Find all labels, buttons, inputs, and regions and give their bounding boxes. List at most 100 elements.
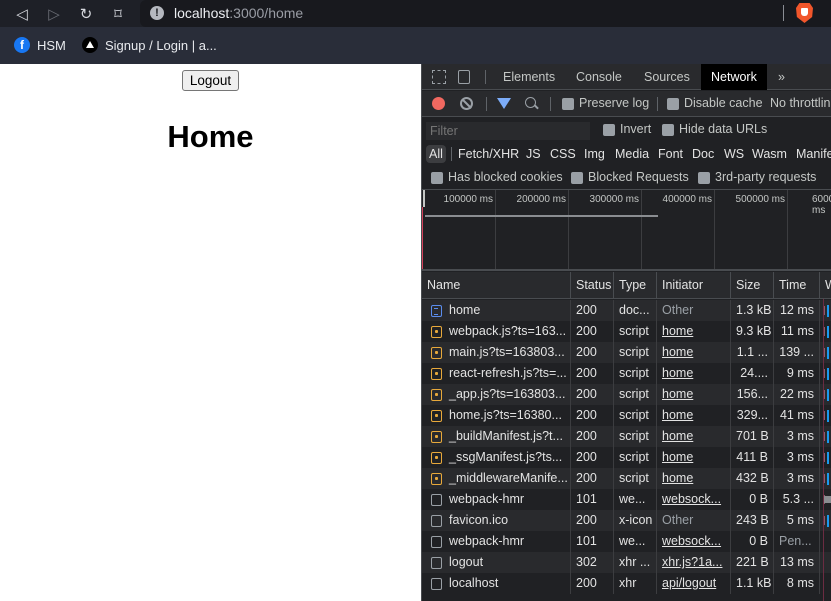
cell-size: 9.3 kB [731,321,774,342]
column-header-status[interactable]: Status [571,272,614,299]
blocked-requests-checkbox[interactable] [571,172,583,184]
divider [451,147,452,161]
tab-sources[interactable]: Sources [634,64,700,90]
bookmark-signup-login[interactable]: Signup / Login | a... [82,37,217,53]
third-party-label: 3rd-party requests [715,170,817,184]
hide-data-urls-checkbox[interactable] [662,124,674,136]
type-filter-font[interactable]: Font [655,145,686,163]
column-header-size[interactable]: Size [731,272,774,299]
bookmark-icon[interactable]: ⌑ [108,4,128,24]
cell-initiator[interactable]: home [657,384,731,405]
table-row[interactable]: webpack-hmr 101 we... websock... 0 B 5.3 ... [422,489,831,510]
type-filter-css[interactable]: CSS [547,145,579,163]
type-filter-ws[interactable]: WS [721,145,747,163]
table-row[interactable]: _app.js?ts=163803... 200 script home 156... 2… [422,384,831,405]
cell-type: script [614,384,657,405]
brave-shields-icon[interactable] [796,3,813,23]
cell-initiator[interactable]: home [657,426,731,447]
address-bar[interactable]: ! localhost:3000/home [140,0,831,27]
waterfall-bar [827,473,829,485]
cell-initiator[interactable]: home [657,405,731,426]
network-overview[interactable]: 100000 ms 200000 ms 300000 ms 400000 ms … [422,190,831,271]
record-icon[interactable] [432,97,445,110]
table-row[interactable]: logout 302 xhr ... xhr.js?1a... 221 B 13 ms [422,552,831,573]
type-filter-media[interactable]: Media [612,145,652,163]
cell-initiator[interactable]: websock... [657,489,731,510]
cell-initiator[interactable]: xhr.js?1a... [657,552,731,573]
cell-size: 1.1 ... [731,342,774,363]
table-row[interactable]: webpack.js?ts=163... 200 script home 9.3 kB 1… [422,321,831,342]
cell-initiator[interactable]: home [657,468,731,489]
cell-initiator[interactable]: home [657,342,731,363]
filter-input[interactable] [426,122,590,140]
cell-initiator[interactable]: api/logout [657,573,731,594]
cell-status: 200 [571,405,614,426]
column-header-waterfall[interactable]: Waterfall [820,272,831,299]
cell-initiator[interactable]: home [657,363,731,384]
site-info-icon[interactable]: ! [150,6,164,20]
reload-icon[interactable]: ↻ [76,4,96,24]
preserve-log-checkbox[interactable] [562,98,574,110]
cell-status: 200 [571,468,614,489]
third-party-checkbox[interactable] [698,172,710,184]
back-arrow-icon[interactable]: ◁ [12,4,32,24]
table-row[interactable]: _ssgManifest.js?ts... 200 script home 411 B3… [422,447,831,468]
type-filter-js[interactable]: JS [523,145,544,163]
column-header-time[interactable]: Time [774,272,820,299]
disable-cache-checkbox[interactable] [667,98,679,110]
cell-initiator[interactable]: home [657,447,731,468]
cell-initiator[interactable]: websock... [657,531,731,552]
cell-initiator[interactable]: home [657,321,731,342]
cell-size: 1.3 kB [731,300,774,321]
cell-time: 22 ms [774,384,820,405]
table-row[interactable]: favicon.ico 200 x-icon Other 243 B5 ms [422,510,831,531]
table-row[interactable]: _middlewareManife... 200 script home 432 B3 … [422,468,831,489]
network-toolbar: Preserve log Disable cache No throttling [422,91,831,117]
filter-icon[interactable] [497,98,511,109]
script-icon [431,389,442,401]
url-text[interactable]: localhost:3000/home [174,5,303,21]
table-row[interactable]: react-refresh.js?ts=... 200 script home 24..… [422,363,831,384]
forward-arrow-icon[interactable]: ▷ [44,4,64,24]
table-row[interactable]: home 200 doc... Other 1.3 kB 12 ms [422,300,831,321]
table-header: Name Status Type Initiator Size Time Wat… [422,272,831,299]
table-row[interactable]: main.js?ts=163803... 200 script home 1.1 ...… [422,342,831,363]
overview-tick-label: 300000 ms [589,194,639,205]
search-icon[interactable] [525,97,536,108]
cell-size: 329... [731,405,774,426]
tab-network[interactable]: Network [701,64,767,90]
type-filter-img[interactable]: Img [581,145,608,163]
table-row[interactable]: _buildManifest.js?t... 200 script home 701 B… [422,426,831,447]
device-toolbar-icon[interactable] [458,70,470,84]
table-row[interactable]: home.js?ts=16380... 200 script home 329... 41… [422,405,831,426]
cell-name: home.js?ts=16380... [422,405,571,426]
type-filter-all[interactable]: All [426,145,446,163]
bookmark-hsm[interactable]: f HSM [14,37,66,53]
table-row[interactable]: webpack-hmr 101 we... websock... 0 B Pen... [422,531,831,552]
type-filter-wasm[interactable]: Wasm [749,145,790,163]
inspect-element-icon[interactable] [432,70,446,84]
tab-console[interactable]: Console [566,64,632,90]
logout-button[interactable]: Logout [182,70,239,91]
column-header-type[interactable]: Type [614,272,657,299]
more-tabs-icon[interactable]: » [768,64,795,90]
cell-status: 200 [571,426,614,447]
column-header-initiator[interactable]: Initiator [657,272,731,299]
cell-status: 200 [571,363,614,384]
invert-checkbox[interactable] [603,124,615,136]
type-filter-fetch-xhr[interactable]: Fetch/XHR [455,145,522,163]
column-header-name[interactable]: Name [422,272,571,299]
bookmarks-bar: f HSM Signup / Login | a... [0,27,831,64]
page-viewport: Logout Home [0,64,421,601]
type-filter-doc[interactable]: Doc [689,145,717,163]
cell-type: xhr [614,573,657,594]
has-blocked-cookies-checkbox[interactable] [431,172,443,184]
divider [486,97,487,111]
clear-icon[interactable] [460,97,473,110]
throttling-select[interactable]: No throttling [770,96,831,110]
table-row[interactable]: localhost 200 xhr api/logout 1.1 kB 8 ms [422,573,831,594]
tab-elements[interactable]: Elements [493,64,565,90]
waterfall-bar [827,389,829,401]
type-filter-manifest[interactable]: Manifest [793,145,831,163]
cell-name: main.js?ts=163803... [422,342,571,363]
